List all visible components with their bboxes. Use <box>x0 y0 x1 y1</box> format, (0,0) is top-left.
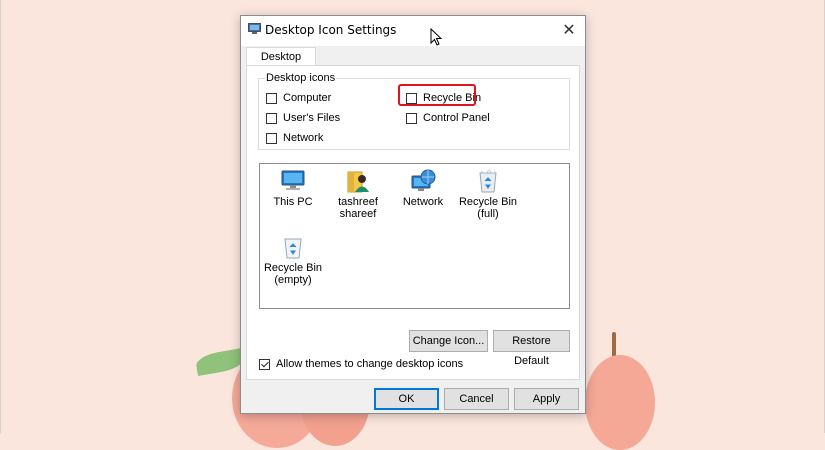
network-icon <box>411 169 436 191</box>
restore-default-button[interactable]: Restore Default <box>493 330 570 367</box>
icon-item-user-folder[interactable]: tashreef shareef <box>326 168 390 220</box>
mouse-cursor-icon <box>430 28 443 46</box>
group-label: Desktop icons <box>265 72 337 84</box>
icon-label-line2: shareef <box>339 208 377 220</box>
desktop-icon-settings-dialog: Desktop Icon Settings ✕ Desktop Icons De… <box>240 15 586 414</box>
checkbox-label: Computer <box>283 92 332 104</box>
icon-label: Recycle Bin <box>263 262 323 274</box>
icon-item-network[interactable]: Network <box>391 168 455 208</box>
tab-desktop-icons[interactable]: Desktop Icons <box>246 47 316 81</box>
tab-panel: Desktop icons Computer User's Files Netw… <box>246 65 580 380</box>
desktop-settings-icon <box>248 23 261 34</box>
icon-label: tashreef <box>338 196 378 208</box>
icon-label: Recycle Bin <box>458 196 518 208</box>
checkbox-label: Allow themes to change desktop icons <box>276 358 464 370</box>
icon-item-recycle-bin-empty[interactable]: Recycle Bin (empty) <box>261 234 325 286</box>
apply-button[interactable]: Apply <box>514 388 579 410</box>
change-icon-button[interactable]: Change Icon... <box>409 330 488 352</box>
icon-label: This PC <box>273 196 313 208</box>
checkbox-box[interactable] <box>266 92 277 104</box>
icon-label-line2: (full) <box>477 208 499 220</box>
frame-edge-left <box>0 0 1 433</box>
users-files-checkbox[interactable]: User's Files <box>266 112 340 124</box>
checkbox-box[interactable] <box>266 112 277 124</box>
checkbox-box-checked[interactable] <box>259 358 270 370</box>
title-bar[interactable]: Desktop Icon Settings ✕ <box>241 16 585 46</box>
this-pc-icon <box>281 170 305 190</box>
peach-decoration <box>585 355 655 450</box>
close-button[interactable]: ✕ <box>553 16 585 44</box>
allow-themes-checkbox[interactable]: Allow themes to change desktop icons <box>259 358 463 370</box>
recycle-bin-empty-icon <box>284 238 302 259</box>
checkbox-label: User's Files <box>283 112 341 124</box>
dialog-title: Desktop Icon Settings <box>265 23 397 37</box>
close-icon: ✕ <box>562 22 576 39</box>
checkbox-box[interactable] <box>406 112 417 124</box>
highlight-box <box>398 84 476 106</box>
checkbox-label: Network <box>283 132 324 144</box>
icon-item-recycle-bin-full[interactable]: Recycle Bin (full) <box>456 168 520 220</box>
ok-button[interactable]: OK <box>374 388 439 410</box>
network-checkbox[interactable]: Network <box>266 132 323 144</box>
cancel-button[interactable]: Cancel <box>444 388 509 410</box>
icon-item-this-pc[interactable]: This PC <box>261 168 325 208</box>
user-folder-icon <box>347 171 369 193</box>
icon-label-line2: (empty) <box>274 274 312 286</box>
icon-label: Network <box>402 196 444 208</box>
recycle-bin-full-icon <box>479 169 497 193</box>
icon-list[interactable]: This PC tashreef shareef Network Recycle… <box>259 163 570 309</box>
control-panel-checkbox[interactable]: Control Panel <box>406 112 490 124</box>
checkbox-label: Control Panel <box>423 112 490 124</box>
checkbox-box[interactable] <box>266 132 277 144</box>
computer-checkbox[interactable]: Computer <box>266 92 331 104</box>
